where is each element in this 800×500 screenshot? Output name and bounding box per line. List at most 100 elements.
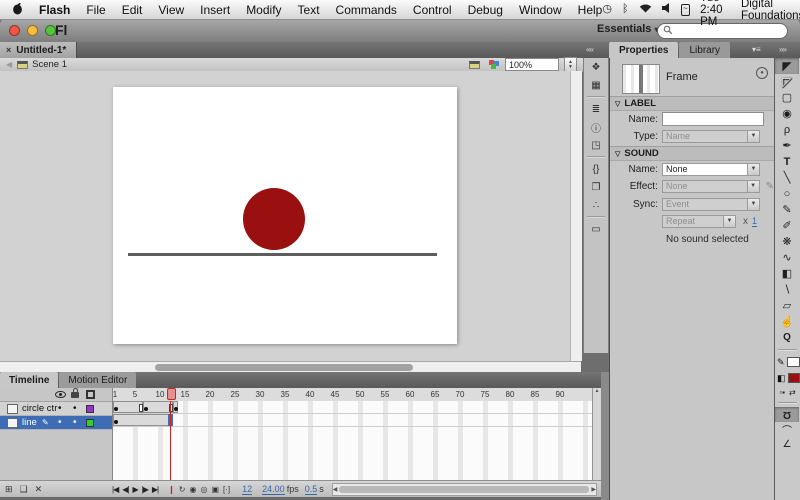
frame-rate-value[interactable]: 24.00 <box>262 484 285 495</box>
code-snippets-panel-icon[interactable]: {} <box>584 160 608 178</box>
black-white-icon[interactable]: ▫▪ <box>779 388 785 397</box>
edit-multiple-frames-button[interactable]: ▣ <box>211 485 219 494</box>
menu-flash[interactable]: Flash <box>39 3 70 17</box>
layer-outline-color[interactable] <box>86 419 94 427</box>
oval-tool[interactable]: ○ <box>775 186 799 202</box>
layer-name[interactable]: line <box>22 417 37 428</box>
stage-line[interactable] <box>128 253 437 256</box>
menu-help[interactable]: Help <box>578 3 603 17</box>
label-section-header[interactable]: ▽ LABEL <box>610 96 774 111</box>
fill-color-swatch[interactable] <box>788 373 800 383</box>
zoom-tool[interactable]: Q <box>775 330 799 346</box>
volume-icon[interactable] <box>662 3 671 16</box>
layer-visibility-dot[interactable]: • <box>58 418 62 428</box>
tab-properties[interactable]: Properties <box>609 42 678 58</box>
close-window-button[interactable] <box>9 25 20 36</box>
keyframe-dot[interactable] <box>174 407 178 411</box>
new-folder-button[interactable]: ❏ <box>20 484 28 495</box>
free-transform-tool[interactable]: ▢ <box>775 90 799 106</box>
eyedropper-tool[interactable]: ∖ <box>775 282 799 298</box>
collapse-tools-icon[interactable]: »» <box>779 45 786 54</box>
sound-name-select[interactable]: None ▼ <box>662 163 760 176</box>
menu-file[interactable]: File <box>86 3 105 17</box>
tab-library[interactable]: Library <box>679 42 730 58</box>
onion-skin-button[interactable]: ◉ <box>190 485 197 494</box>
transform-panel-icon[interactable]: ◳ <box>584 136 608 154</box>
motion-presets-panel-icon[interactable]: ∴ <box>584 196 608 214</box>
scroll-right-icon[interactable]: ▶ <box>591 486 596 493</box>
playhead-marker[interactable] <box>167 388 176 400</box>
stage-zoom-input[interactable]: 100% <box>505 58 559 71</box>
frame-grid[interactable] <box>113 401 592 480</box>
play-button[interactable]: ▶ <box>132 485 137 494</box>
loop-playback-button[interactable]: ↻ <box>179 485 186 494</box>
label-name-field[interactable] <box>662 112 764 126</box>
menu-bar-clock[interactable]: Tue 2:40 PM <box>700 0 731 28</box>
step-back-button[interactable]: ◀| <box>122 485 128 494</box>
current-frame-value[interactable]: 12 <box>242 484 252 495</box>
keyframe-dot[interactable] <box>144 407 148 411</box>
center-frame-button[interactable]: ❙ <box>168 485 175 494</box>
delete-layer-button[interactable]: ✕ <box>35 484 43 495</box>
sound-section-header[interactable]: ▽ SOUND <box>610 146 774 161</box>
minimize-window-button[interactable] <box>27 25 38 36</box>
go-to-last-frame-button[interactable]: ▶| <box>152 485 158 494</box>
fill-color-control[interactable]: ◧ <box>775 370 800 386</box>
edit-effect-icon[interactable]: ✎ <box>766 181 774 192</box>
tab-motion-editor[interactable]: Motion Editor <box>59 372 136 388</box>
straighten-option[interactable]: ∠ <box>775 437 799 452</box>
menu-commands[interactable]: Commands <box>336 3 397 17</box>
modify-markers-button[interactable]: [·] <box>223 485 230 494</box>
menu-edit[interactable]: Edit <box>122 3 143 17</box>
hand-tool[interactable]: ☝ <box>775 314 799 330</box>
frame-row-line[interactable] <box>113 414 592 427</box>
document-tab[interactable]: × Untitled-1* <box>0 42 77 58</box>
deco-tool[interactable]: ❋ <box>775 234 799 250</box>
onion-skin-outlines-button[interactable]: ◎ <box>200 485 207 494</box>
layer-visibility-dot[interactable]: • <box>58 404 62 414</box>
menu-window[interactable]: Window <box>519 3 562 17</box>
timeline-horizontal-scrollbar[interactable]: ◀ ▶ <box>332 483 597 496</box>
pasteboard[interactable] <box>0 71 570 361</box>
scrollbar-thumb[interactable] <box>339 486 589 493</box>
color-panel-icon[interactable]: ❖ <box>584 58 608 76</box>
frame-area[interactable]: 151015202530354045505560657075808590 <box>113 388 592 480</box>
tab-timeline[interactable]: Timeline <box>0 372 58 388</box>
frame-ruler[interactable]: 151015202530354045505560657075808590 <box>113 388 592 402</box>
line-tool[interactable]: ╲ <box>775 170 799 186</box>
close-icon[interactable]: × <box>6 45 11 55</box>
brush-tool[interactable]: ✐ <box>775 218 799 234</box>
frame-row-circle-ctr[interactable] <box>113 401 592 414</box>
menu-debug[interactable]: Debug <box>468 3 503 17</box>
menu-view[interactable]: View <box>158 3 184 17</box>
help-icon[interactable]: ● <box>756 67 768 79</box>
pencil-tool[interactable]: ✎ <box>775 202 799 218</box>
collapse-dock-icon[interactable]: «« <box>586 45 593 54</box>
stroke-color-control[interactable]: ✎ <box>775 354 800 370</box>
bone-tool[interactable]: ∿ <box>775 250 799 266</box>
input-menu-icon[interactable]: ~ <box>681 4 691 16</box>
repeat-count-value[interactable]: 1 <box>752 216 757 227</box>
menu-text[interactable]: Text <box>298 3 320 17</box>
scene-name[interactable]: Scene 1 <box>32 59 67 70</box>
user-menu[interactable]: Digital Foundations <box>741 0 800 22</box>
frame-span[interactable] <box>113 414 173 426</box>
snap-to-objects-option[interactable]: Ω <box>775 407 799 422</box>
lasso-tool[interactable]: ρ <box>775 122 799 138</box>
stage-vertical-scrollbar[interactable] <box>570 71 582 361</box>
new-layer-button[interactable]: ⊞ <box>5 484 13 495</box>
outline-all-layers-icon[interactable] <box>86 390 95 399</box>
timeline-vertical-scrollbar[interactable]: ▲ <box>592 388 601 480</box>
pen-tool[interactable]: ✒ <box>775 138 799 154</box>
go-to-first-frame-button[interactable]: |◀ <box>112 485 118 494</box>
lock-all-layers-icon[interactable] <box>71 392 79 398</box>
layer-line[interactable]: line✎•• <box>0 416 112 430</box>
back-arrow-icon[interactable]: ◀ <box>6 60 12 69</box>
layer-outline-color[interactable] <box>86 405 94 413</box>
sound-sync-select[interactable]: Event ▼ <box>662 198 760 211</box>
show-hide-all-layers-icon[interactable] <box>55 391 66 398</box>
scrollbar-thumb[interactable] <box>155 364 413 371</box>
wifi-icon[interactable] <box>639 3 652 16</box>
project-panel-icon[interactable]: ▭ <box>584 220 608 238</box>
layer-lock-dot[interactable]: • <box>73 404 77 414</box>
